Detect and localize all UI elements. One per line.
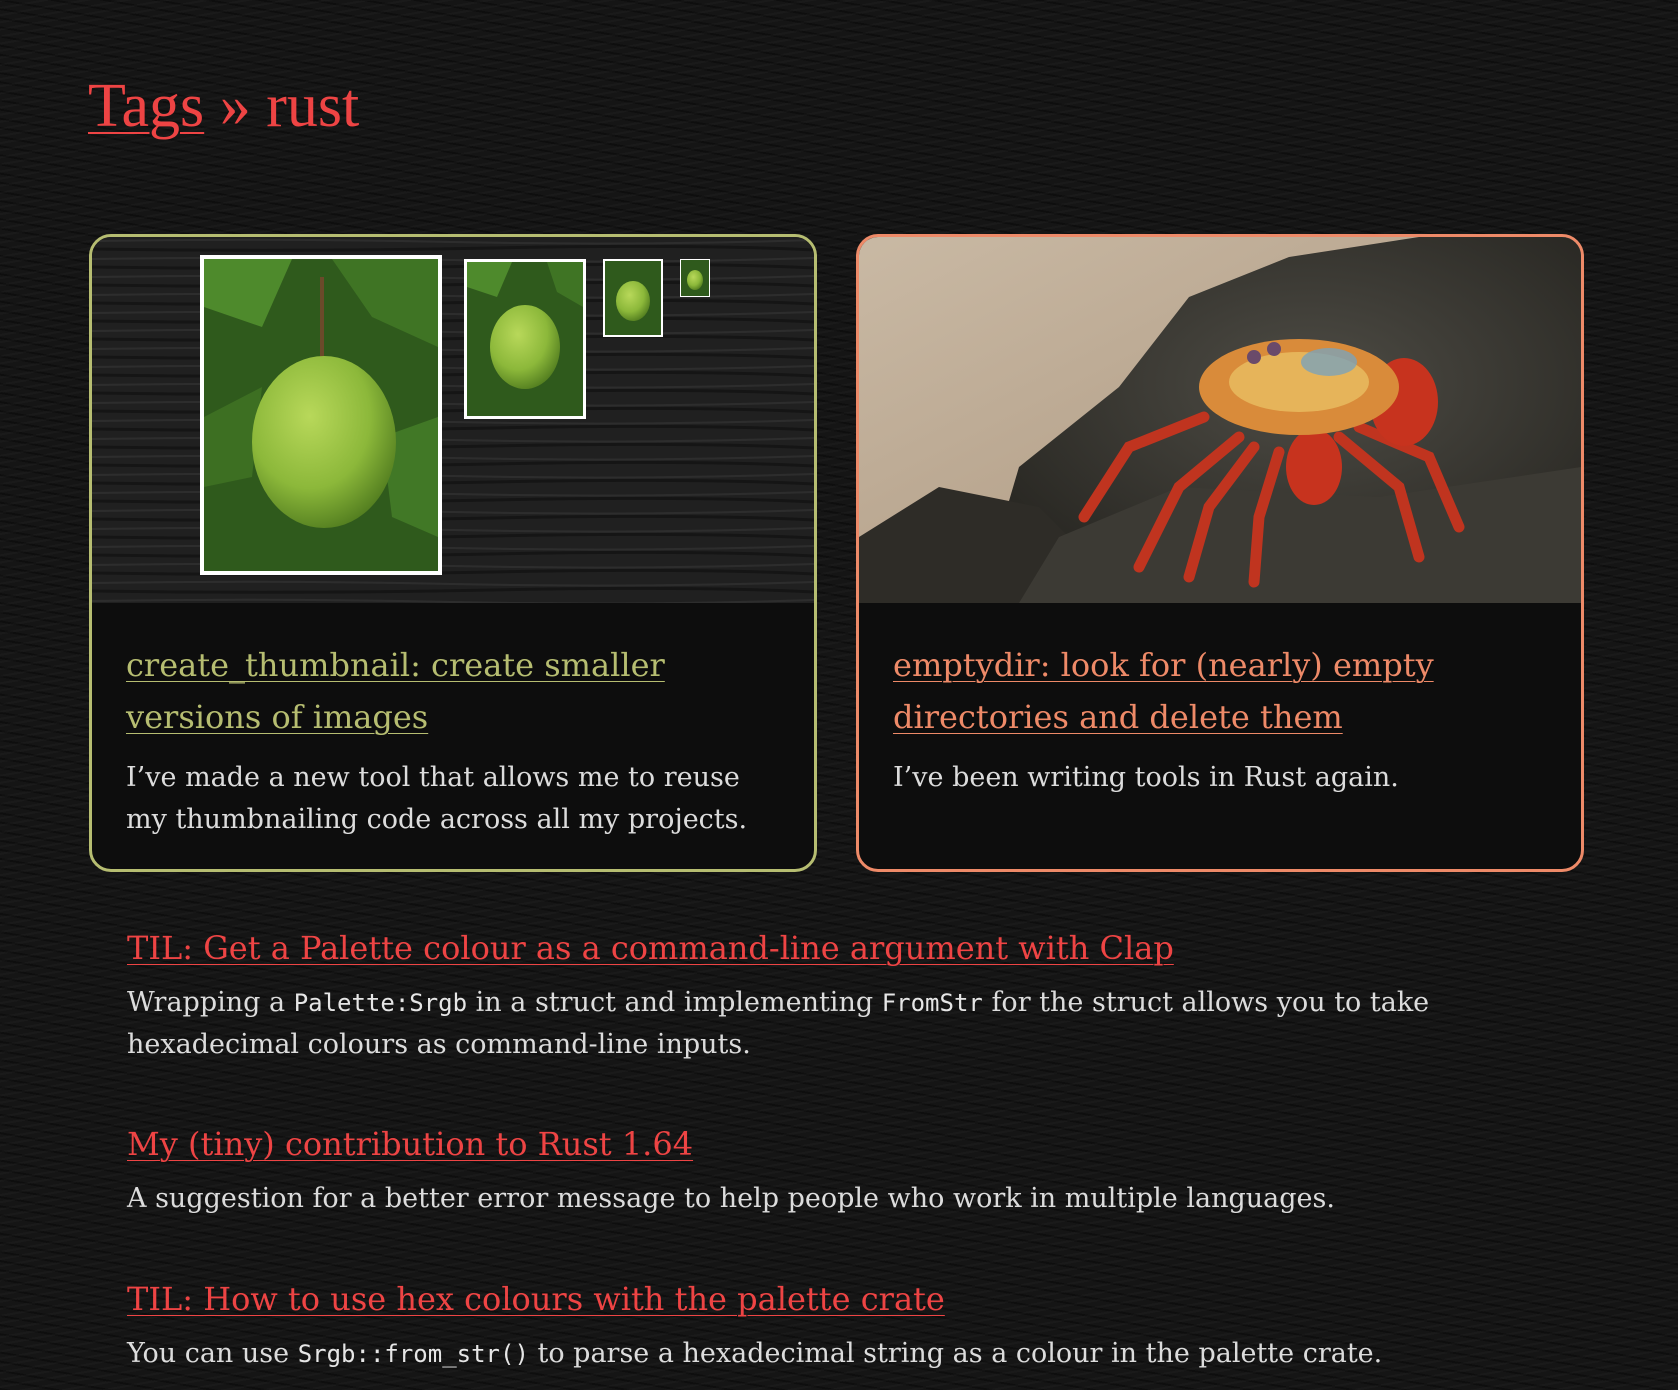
crab-on-rock-image[interactable] <box>859 237 1581 603</box>
tag-name: rust <box>266 72 360 140</box>
desc-text: A suggestion for a better error message … <box>127 1183 1335 1214</box>
post-title-link[interactable]: TIL: Get a Palette colour as a command-l… <box>127 926 1174 970</box>
inline-code: Srgb::from_str() <box>297 1340 529 1368</box>
lime-thumbnails-image[interactable] <box>92 237 814 603</box>
post-title-link[interactable]: TIL: How to use hex colours with the pal… <box>127 1277 945 1321</box>
desc-text: You can use <box>127 1338 298 1369</box>
post-description: You can use Srgb::from_str() to parse a … <box>127 1333 1587 1375</box>
list-item-palette-clap: TIL: Get a Palette colour as a command-l… <box>127 926 1587 1066</box>
list-item-rust-164: My (tiny) contribution to Rust 1.64 A su… <box>127 1122 1587 1220</box>
featured-card-emptydir[interactable]: emptydir: look for (nearly) empty direct… <box>856 234 1584 872</box>
card-title-link[interactable]: emptydir: look for (nearly) empty direct… <box>893 639 1547 743</box>
tags-link[interactable]: Tags <box>88 72 204 140</box>
thumbnail-tiny <box>680 259 710 297</box>
inline-code: Palette:Srgb <box>293 989 468 1017</box>
desc-text: Wrapping a <box>127 987 294 1018</box>
thumbnail-small <box>603 259 663 337</box>
post-description: Wrapping a Palette:Srgb in a struct and … <box>127 982 1587 1066</box>
page: Tags » rust create_thumbnail: create sma… <box>0 0 1678 1390</box>
page-title: Tags » rust <box>88 72 359 140</box>
crab-illustration <box>859 237 1581 603</box>
desc-text: in a struct and implementing <box>467 987 882 1018</box>
post-description: A suggestion for a better error message … <box>127 1178 1587 1220</box>
featured-card-create-thumbnail[interactable]: create_thumbnail: create smaller version… <box>89 234 817 872</box>
card-description: I’ve made a new tool that allows me to r… <box>126 762 748 835</box>
desc-text: to parse a hexadecimal string as a colou… <box>528 1338 1383 1369</box>
post-title-link[interactable]: My (tiny) contribution to Rust 1.64 <box>127 1122 693 1166</box>
lime-thumbnails-illustration <box>92 237 814 603</box>
card-body: emptydir: look for (nearly) empty direct… <box>893 639 1547 799</box>
inline-code: FromStr <box>881 989 983 1017</box>
card-body: create_thumbnail: create smaller version… <box>126 639 780 841</box>
thumbnail-large <box>200 255 442 575</box>
card-description: I’ve been writing tools in Rust again. <box>893 762 1399 793</box>
breadcrumb-separator: » <box>204 72 267 140</box>
card-title-link[interactable]: create_thumbnail: create smaller version… <box>126 639 780 743</box>
thumbnail-medium <box>464 259 586 419</box>
list-item-hex-palette: TIL: How to use hex colours with the pal… <box>127 1277 1587 1375</box>
